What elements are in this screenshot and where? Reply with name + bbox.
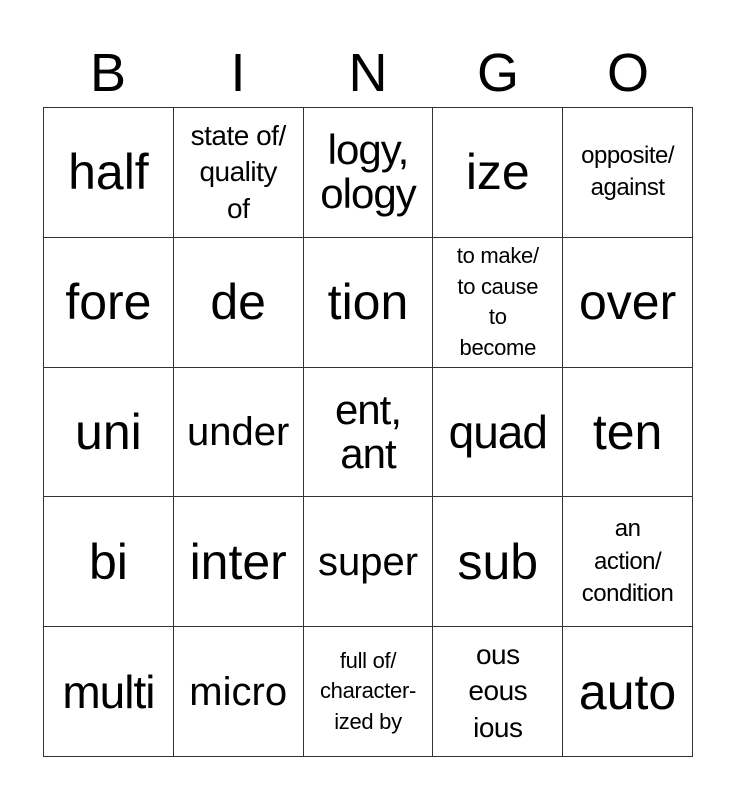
header-letter-o: O [606,43,649,103]
bingo-cell[interactable]: multi [44,627,174,757]
bingo-cell[interactable]: de [173,237,304,368]
bingo-cell[interactable]: half [44,108,174,238]
bingo-cell[interactable]: ize [433,108,564,238]
cell-text: micro [189,669,288,714]
cell-text: half [68,144,149,201]
bingo-grid: half state of/ quality of logy, ology iz… [43,107,693,757]
cell-text: to make/ to cause to become [456,243,539,360]
bingo-cell[interactable]: under [173,367,304,498]
cell-text: state of/ quality of [190,119,287,224]
bingo-cell[interactable]: quad [433,367,564,498]
cell-text: uni [75,403,142,460]
bingo-cell[interactable]: an action/ condition [563,497,693,628]
cell-text: multi [62,665,155,718]
cell-text: quad [448,405,548,458]
cell-text: ize [465,144,530,201]
bingo-header: B I N G O [43,40,693,106]
bingo-cell[interactable]: inter [173,497,304,628]
bingo-cell[interactable]: to make/ to cause to become [433,237,564,368]
bingo-cell[interactable]: tion [303,237,434,368]
header-letter-n: N [348,43,388,103]
cell-text: inter [189,533,287,590]
bingo-cell[interactable]: ous eous ious [433,627,564,757]
bingo-cell[interactable]: ten [563,367,693,498]
header-letter-b: B [89,43,127,103]
cell-text: opposite/ against [581,142,675,202]
bingo-cell[interactable]: sub [433,497,564,628]
bingo-cell[interactable]: uni [44,367,174,498]
cell-text: de [210,274,266,331]
bingo-cell[interactable]: ent, ant [303,367,434,498]
cell-text: bi [88,533,128,590]
bingo-cell[interactable]: micro [173,627,304,757]
bingo-cell[interactable]: fore [44,237,174,368]
header-letter-i: I [230,43,246,103]
cell-text: fore [65,274,152,331]
bingo-cell[interactable]: opposite/ against [563,108,693,238]
bingo-cell[interactable]: logy, ology [303,108,434,238]
cell-text: over [578,274,677,331]
cell-text: ent, ant [334,385,402,477]
cell-text: tion [327,274,409,331]
bingo-cell[interactable]: bi [44,497,174,628]
cell-text: full of/ character- ized by [319,648,417,734]
cell-text: logy, ology [320,126,416,218]
cell-text: under [187,409,290,454]
cell-text: super [317,539,419,584]
cell-text: an action/ condition [581,515,674,607]
bingo-cell[interactable]: over [563,237,693,368]
cell-text: ten [592,403,663,460]
cell-text: sub [457,533,539,590]
bingo-cell[interactable]: auto [563,627,693,757]
header-letter-g: G [476,43,519,103]
cell-text: auto [578,663,677,720]
bingo-cell[interactable]: state of/ quality of [173,108,304,238]
bingo-cell[interactable]: full of/ character- ized by [303,627,434,757]
bingo-cell[interactable]: super [303,497,434,628]
cell-text: ous eous ious [468,639,528,743]
